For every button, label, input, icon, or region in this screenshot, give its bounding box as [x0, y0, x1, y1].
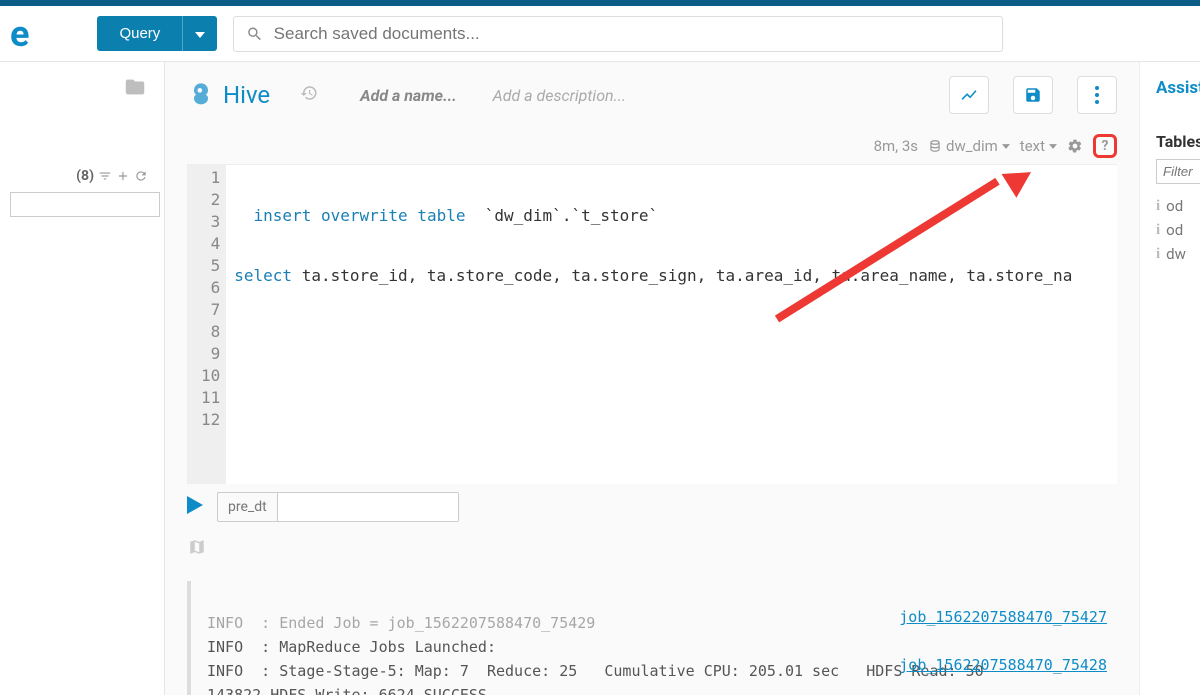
app-logo: e — [10, 13, 27, 55]
header: e Query — [0, 6, 1200, 62]
kebab-icon — [1095, 86, 1099, 104]
search-input[interactable] — [274, 24, 991, 44]
code-editor[interactable]: 1 2 3 4 5 6 7 8 9 10 11 12 insert overwr… — [187, 164, 1117, 484]
elapsed-time: 8m, 3s — [874, 137, 918, 155]
tables-filter-input[interactable] — [1156, 159, 1200, 184]
sidebar-filter-input[interactable] — [10, 192, 160, 217]
type-selector[interactable]: text — [1020, 137, 1057, 155]
query-button-group: Query — [97, 16, 217, 51]
more-button[interactable] — [1077, 76, 1117, 114]
map-icon[interactable] — [187, 538, 1139, 561]
gear-icon — [1067, 138, 1083, 154]
sidebar-count-row: (8) — [10, 168, 154, 184]
caret-down-icon — [1002, 144, 1010, 149]
search-icon — [246, 25, 263, 43]
job-link[interactable]: job_1562207588470_75427 — [899, 605, 1107, 629]
table-item[interactable]: iod — [1156, 194, 1200, 218]
caret-down-icon — [1049, 144, 1057, 149]
plus-icon[interactable] — [116, 169, 130, 183]
engine-title[interactable]: Hive — [187, 81, 270, 109]
run-button[interactable] — [187, 495, 203, 519]
query-button[interactable]: Query — [97, 16, 182, 51]
run-row: pre_dt — [165, 484, 1139, 530]
assist-title[interactable]: Assist — [1156, 78, 1200, 98]
editor-header: Hive Add a name... Add a description... — [165, 62, 1139, 128]
filter-icon[interactable] — [98, 169, 112, 183]
hive-icon — [187, 81, 215, 109]
log-line: 143822 HDFS Write: 6624 SUCCESS — [207, 686, 487, 695]
tables-title: Tables — [1156, 132, 1200, 151]
save-icon — [1024, 86, 1042, 104]
add-name[interactable]: Add a name... — [360, 86, 456, 105]
param-label: pre_dt — [218, 493, 278, 521]
param-input[interactable] — [278, 493, 458, 521]
refresh-icon[interactable] — [134, 169, 148, 183]
code-area[interactable]: insert overwrite table `dw_dim`.`t_store… — [226, 165, 1080, 484]
left-sidebar: (8) — [0, 62, 165, 695]
engine-label: Hive — [223, 81, 270, 109]
settings-button[interactable] — [1067, 138, 1083, 154]
log-line: INFO : MapReduce Jobs Launched: — [207, 638, 496, 656]
database-icon — [928, 139, 942, 153]
editor-toolbar: 8m, 3s dw_dim text ? — [165, 128, 1139, 164]
table-item[interactable]: iod — [1156, 218, 1200, 242]
chart-icon — [960, 86, 978, 104]
history-icon[interactable] — [300, 84, 318, 107]
right-sidebar: Assist Tables iod iod idw — [1140, 62, 1200, 695]
log-line: INFO : Stage-Stage-5: Map: 7 Reduce: 25 … — [207, 662, 984, 680]
caret-down-icon — [195, 32, 205, 38]
param-box: pre_dt — [217, 492, 459, 522]
add-description[interactable]: Add a description... — [493, 86, 626, 105]
job-link[interactable]: job_1562207588470_75428 — [899, 653, 1107, 677]
log-line: INFO : Ended Job = job_1562207588470_754… — [207, 614, 595, 632]
documents-icon[interactable] — [10, 76, 154, 104]
help-button[interactable]: ? — [1093, 134, 1117, 158]
table-item[interactable]: idw — [1156, 242, 1200, 266]
sidebar-count: (8) — [76, 168, 94, 184]
log-panel: INFO : Ended Job = job_1562207588470_754… — [187, 581, 1117, 695]
database-selector[interactable]: dw_dim — [928, 137, 1010, 155]
gutter: 1 2 3 4 5 6 7 8 9 10 11 12 — [187, 165, 226, 484]
query-dropdown[interactable] — [182, 16, 217, 51]
search-box[interactable] — [233, 16, 1003, 52]
center-panel: Hive Add a name... Add a description... … — [165, 62, 1140, 695]
table-list: iod iod idw — [1156, 194, 1200, 266]
save-button[interactable] — [1013, 76, 1053, 114]
chart-button[interactable] — [949, 76, 989, 114]
main: (8) Hive Add a name... Add a description… — [0, 62, 1200, 695]
